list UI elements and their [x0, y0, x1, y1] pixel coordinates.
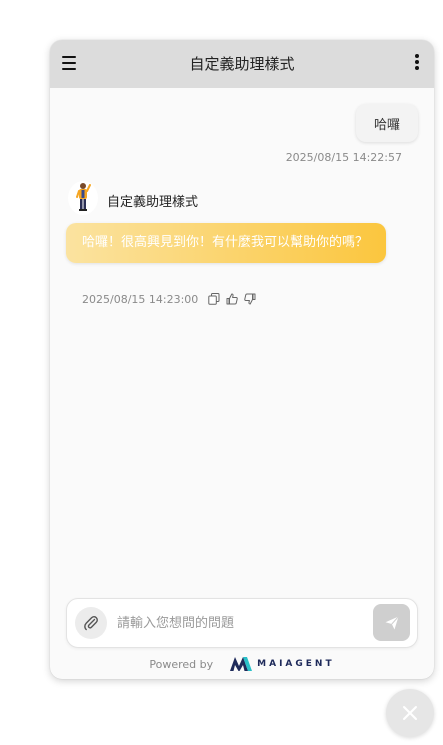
more-vertical-icon[interactable]	[415, 54, 419, 72]
maiagent-logo[interactable]: MAIAGENT	[229, 656, 334, 672]
user-message-bubble: 哈囉	[356, 104, 418, 142]
brand-name: MAIAGENT	[257, 659, 335, 669]
send-button[interactable]	[373, 604, 410, 641]
send-icon	[385, 615, 399, 629]
message-composer	[66, 598, 418, 648]
close-icon	[403, 706, 417, 720]
thumbs-up-icon[interactable]	[226, 293, 239, 305]
chat-widget: 自定義助理樣式 哈囉 2025/08/15 14:22:57 自定義助理樣式 哈…	[50, 40, 434, 679]
bot-message-meta: 2025/08/15 14:23:00	[82, 291, 262, 307]
close-button[interactable]	[386, 689, 434, 737]
assistant-name: 自定義助理樣式	[107, 195, 199, 210]
chat-header: 自定義助理樣式	[50, 40, 434, 88]
copy-icon[interactable]	[208, 293, 220, 305]
maiagent-logo-icon	[230, 657, 253, 671]
powered-by-text: Powered by	[149, 657, 214, 671]
chat-title: 自定義助理樣式	[189, 55, 295, 73]
thumbs-down-icon[interactable]	[244, 293, 256, 305]
bot-message-timestamp: 2025/08/15 14:23:00	[82, 292, 199, 306]
attach-button[interactable]	[75, 607, 107, 639]
assistant-avatar	[68, 181, 98, 215]
message-input[interactable]	[117, 613, 367, 633]
powered-by-footer: Powered by MAIAGENT	[50, 656, 434, 672]
paperclip-icon	[84, 616, 98, 631]
bot-message-bubble: 哈囉！很高興見到你！有什麼我可以幫助你的嗎？	[66, 223, 386, 263]
user-message-timestamp: 2025/08/15 14:22:57	[285, 151, 402, 164]
